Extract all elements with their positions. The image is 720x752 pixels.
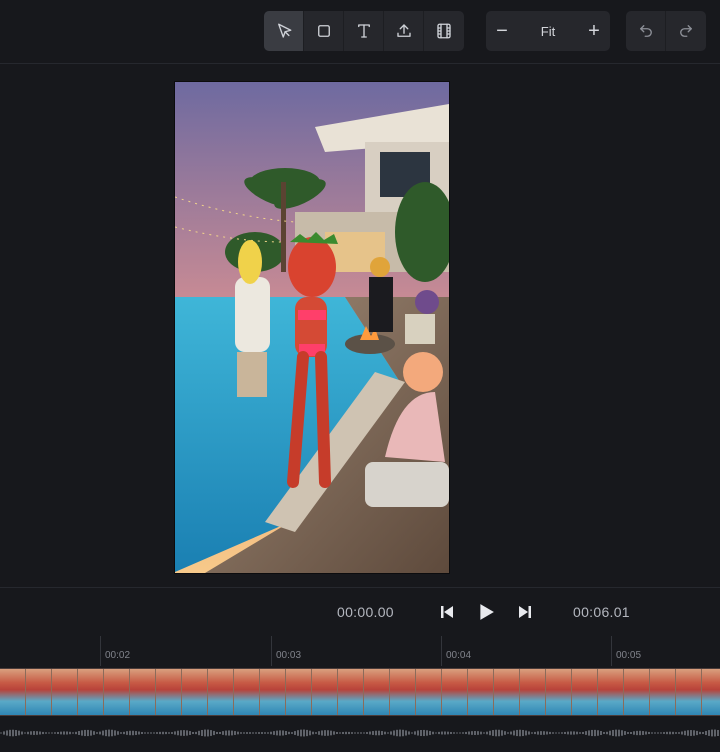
clip-thumbnail — [546, 669, 572, 715]
video-frame-image — [175, 82, 449, 573]
upload-icon — [396, 24, 411, 37]
clip-thumbnail — [338, 669, 364, 715]
play-button[interactable] — [475, 601, 497, 623]
ruler-tick-label: 00:02 — [105, 650, 131, 661]
clip-thumbnail — [390, 669, 416, 715]
clip-thumbnail — [494, 669, 520, 715]
square-icon — [317, 25, 330, 37]
zoom-out-button[interactable]: − — [486, 11, 518, 51]
redo-button[interactable] — [666, 11, 706, 51]
clip-thumbnail — [572, 669, 598, 715]
ruler-tick-label: 00:04 — [446, 650, 472, 661]
clip-thumbnail — [130, 669, 156, 715]
zoom-group: − Fit + — [486, 11, 610, 51]
clip-thumbnail — [364, 669, 390, 715]
canvas-area — [0, 64, 720, 587]
clip-thumbnail — [234, 669, 260, 715]
clip-thumbnail — [520, 669, 546, 715]
video-preview[interactable] — [174, 81, 450, 574]
redo-icon — [680, 25, 692, 37]
undo-icon — [639, 25, 652, 37]
total-time: 00:06.01 — [573, 604, 630, 620]
shape-tool-button[interactable] — [304, 11, 344, 51]
skip-back-icon — [441, 606, 453, 618]
ruler-tick-label: 00:05 — [616, 650, 642, 661]
ruler-tick — [611, 636, 612, 666]
clip-thumbnail — [312, 669, 338, 715]
tool-group — [264, 11, 464, 51]
ruler-tick-label: 00:03 — [276, 650, 302, 661]
clip-thumbnail — [182, 669, 208, 715]
clip-thumbnail — [650, 669, 676, 715]
history-group — [626, 11, 706, 51]
top-toolbar: − Fit + — [0, 0, 720, 64]
audio-waveform — [0, 729, 719, 737]
zoom-level[interactable]: Fit — [518, 11, 578, 51]
ruler-tick — [441, 636, 442, 666]
cursor-icon — [277, 23, 291, 38]
clip-thumbnail — [52, 669, 78, 715]
play-icon — [480, 604, 494, 620]
skip-to-end-button[interactable] — [514, 601, 536, 623]
clip-thumbnail — [676, 669, 702, 715]
timeline-ruler[interactable]: 00:02 00:03 00:04 00:05 — [0, 636, 720, 666]
select-tool-button[interactable] — [264, 11, 304, 51]
skip-forward-icon — [519, 606, 531, 618]
text-tool-button[interactable] — [344, 11, 384, 51]
undo-button[interactable] — [626, 11, 666, 51]
clip-thumbnail — [416, 669, 442, 715]
clip-thumbnail — [598, 669, 624, 715]
film-icon — [437, 23, 451, 39]
clip-thumbnail — [468, 669, 494, 715]
current-time: 00:00.00 — [337, 604, 394, 620]
clip-thumbnail — [26, 669, 52, 715]
upload-tool-button[interactable] — [384, 11, 424, 51]
media-tool-button[interactable] — [424, 11, 464, 51]
clip-thumbnail — [156, 669, 182, 715]
video-clip-track[interactable] — [0, 668, 720, 716]
audio-track[interactable] — [0, 716, 720, 752]
clip-thumbnail — [702, 669, 720, 715]
clip-thumbnail — [0, 669, 26, 715]
text-icon — [357, 24, 370, 38]
clip-thumbnail — [208, 669, 234, 715]
playback-bar: 00:00.00 00:06.01 — [0, 587, 720, 637]
ruler-tick — [100, 636, 101, 666]
zoom-in-button[interactable]: + — [578, 11, 610, 51]
clip-thumbnail — [442, 669, 468, 715]
clip-thumbnail — [260, 669, 286, 715]
ruler-tick — [271, 636, 272, 666]
clip-thumbnail — [286, 669, 312, 715]
clip-thumbnail — [104, 669, 130, 715]
skip-to-start-button[interactable] — [436, 601, 458, 623]
clip-thumbnail — [78, 669, 104, 715]
clip-thumbnail — [624, 669, 650, 715]
